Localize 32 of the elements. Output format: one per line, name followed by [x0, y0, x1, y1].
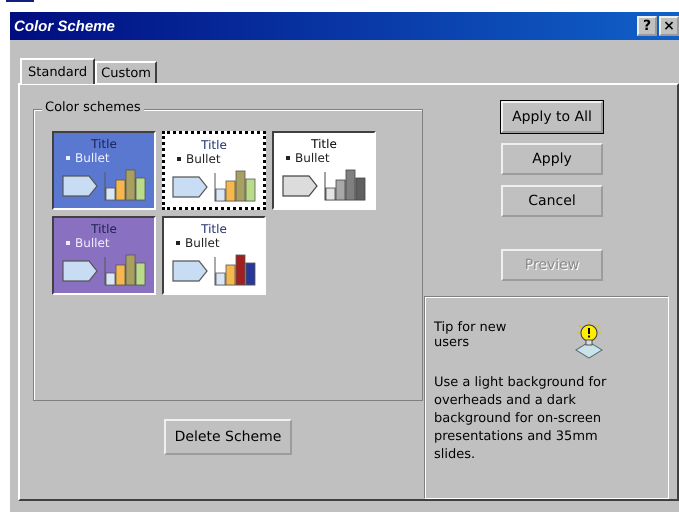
tip-heading: Tip for new users: [434, 320, 508, 350]
scheme-thumbnail[interactable]: Title Bullet: [52, 131, 156, 210]
tab[interactable]: Standard: [20, 58, 96, 84]
bullet-icon: [286, 156, 290, 160]
scheme-bullet: Bullet: [295, 151, 330, 165]
scheme-bullet: Bullet: [186, 152, 221, 166]
tip-text: Use a light background for overheads and a dark background for on-screen presentations and 35mm slides.: [434, 374, 608, 464]
delete-scheme-button[interactable]: Delete Scheme: [164, 419, 292, 455]
tab[interactable]: Custom: [95, 61, 157, 83]
bullet-icon: [176, 241, 180, 245]
close-button[interactable]: ×: [659, 16, 679, 36]
bullet-icon: [66, 156, 70, 160]
dialog-button[interactable]: Apply to All: [501, 101, 603, 133]
scheme-bullet: Bullet: [75, 151, 110, 165]
scheme-thumbnail[interactable]: Title Bullet: [162, 216, 266, 295]
dialog-button[interactable]: Cancel: [501, 185, 603, 217]
dialog-button[interactable]: Apply: [501, 143, 603, 175]
bullet-icon: [66, 241, 70, 245]
scheme-title: Title: [201, 138, 227, 152]
scheme-title: Title: [91, 137, 117, 151]
scheme-title: Title: [201, 222, 227, 236]
scheme-thumbnail[interactable]: Title Bullet: [272, 131, 376, 210]
window-title: Color Scheme: [14, 18, 115, 34]
bullet-icon: [177, 157, 181, 161]
scheme-thumbnail[interactable]: Title Bullet: [162, 131, 266, 210]
scheme-bullet: Bullet: [75, 236, 110, 250]
scheme-title: Title: [311, 137, 337, 151]
scheme-title: Title: [91, 222, 117, 236]
scheme-bullet: Bullet: [185, 236, 220, 250]
scheme-thumbnail[interactable]: Title Bullet: [52, 216, 156, 295]
lightbulb-icon: [574, 320, 604, 360]
help-button[interactable]: ?: [637, 16, 657, 36]
